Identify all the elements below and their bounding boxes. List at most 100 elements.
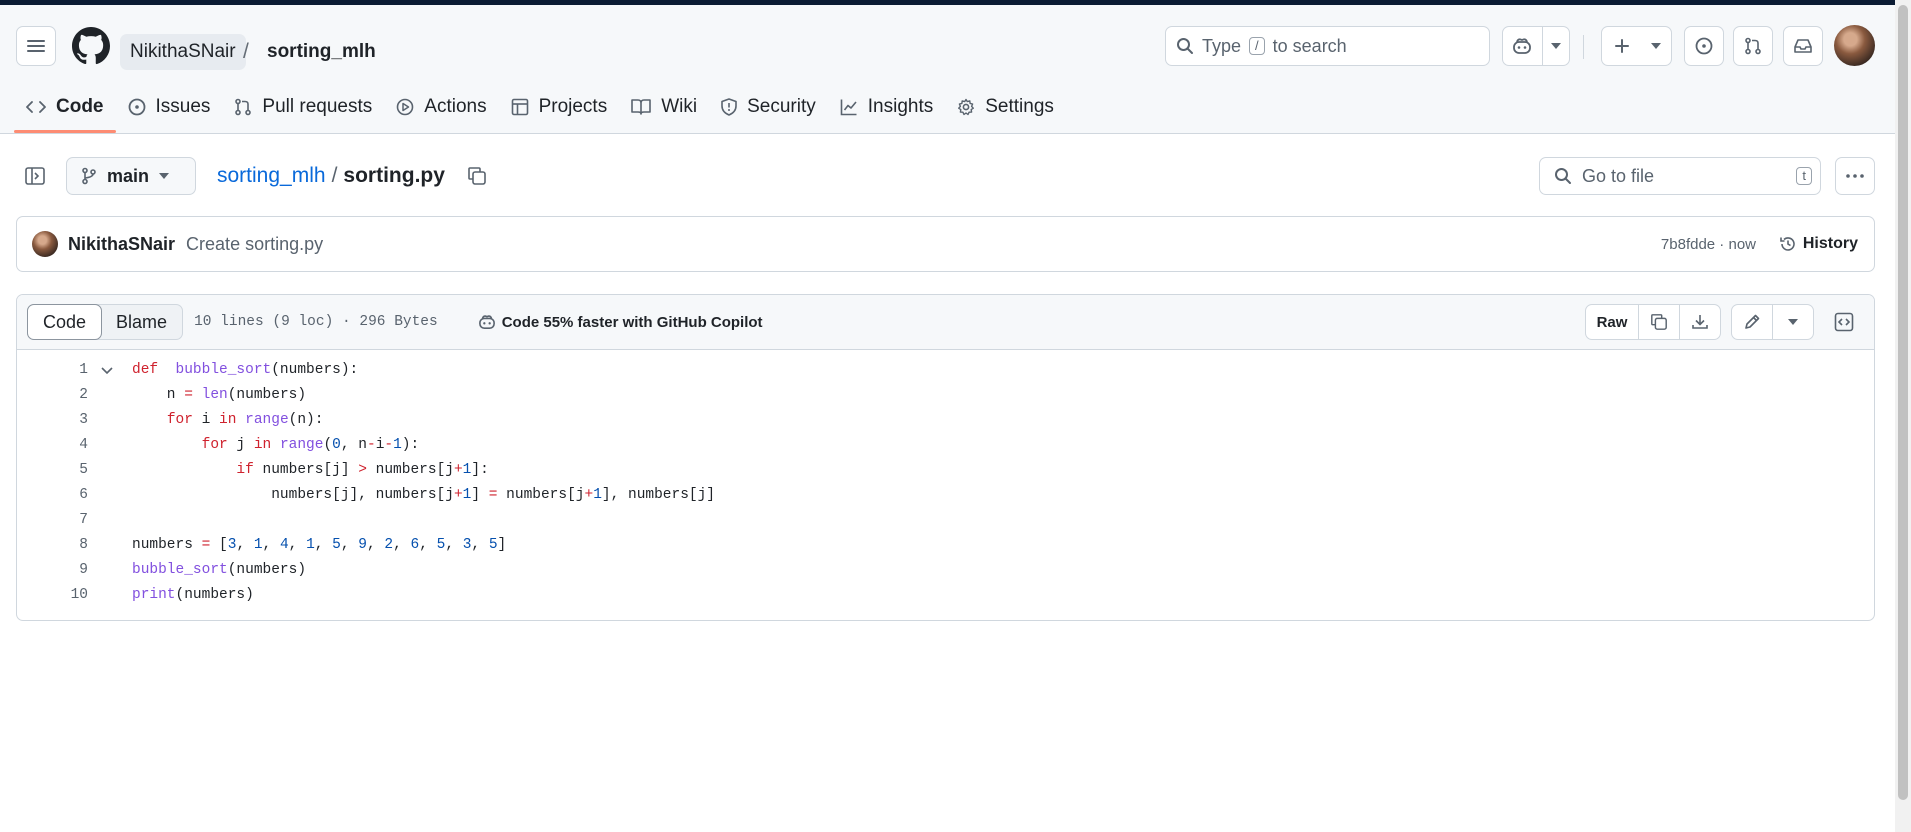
code-token: , <box>262 537 280 553</box>
line-number[interactable]: 10 <box>17 583 88 608</box>
copilot-dropdown[interactable] <box>1543 27 1569 65</box>
line-number[interactable]: 6 <box>17 483 88 508</box>
inbox-button[interactable] <box>1783 26 1823 66</box>
search-icon <box>1176 37 1194 55</box>
line-number[interactable]: 3 <box>17 408 88 433</box>
book-icon <box>631 98 652 116</box>
line-number[interactable]: 1 <box>17 358 88 383</box>
code-line: 2 n = len(numbers) <box>17 383 1874 408</box>
line-content: for j in range(0, n-i-1): <box>132 433 420 458</box>
copilot-button[interactable] <box>1503 27 1542 65</box>
tab-settings[interactable]: Settings <box>945 83 1066 131</box>
copy-raw-button[interactable] <box>1638 305 1679 339</box>
copilot-icon <box>478 314 496 330</box>
line-content: print(numbers) <box>132 583 254 608</box>
menu-button[interactable] <box>16 26 56 66</box>
code-token: i <box>192 412 220 428</box>
tab-actions[interactable]: Actions <box>384 83 498 131</box>
line-number[interactable]: 9 <box>17 558 88 583</box>
code-token: 5 <box>436 537 446 553</box>
code-token: (numbers) <box>227 562 307 578</box>
code-token: = <box>184 387 193 403</box>
copilot-menu-button[interactable] <box>1502 26 1570 66</box>
toggle-file-tree-button[interactable] <box>16 157 54 195</box>
pull-requests-button[interactable] <box>1733 26 1773 66</box>
code-token: 5 <box>332 537 341 553</box>
tab-wiki[interactable]: Wiki <box>619 83 709 131</box>
code-token: , <box>419 537 437 553</box>
raw-button[interactable]: Raw <box>1586 305 1638 339</box>
file-viewer: Code Blame 10 lines (9 loc) · 296 Bytes … <box>16 294 1875 621</box>
search-icon <box>1554 167 1572 185</box>
history-button[interactable]: History <box>1779 235 1858 253</box>
copy-path-icon[interactable] <box>467 166 487 186</box>
code-token: ( <box>323 437 333 453</box>
code-token: 5 <box>488 537 498 553</box>
code-view-button[interactable]: Code <box>27 304 103 340</box>
repo-link[interactable]: sorting_mlh <box>217 164 326 188</box>
line-content: for i in range(n): <box>132 408 324 433</box>
line-number[interactable]: 7 <box>17 508 88 533</box>
line-number[interactable]: 2 <box>17 383 88 408</box>
commit-author-avatar[interactable] <box>32 231 58 257</box>
code-line: 9 bubble_sort(numbers) <box>17 558 1874 583</box>
file-name: sorting.py <box>343 164 445 187</box>
repo-breadcrumb[interactable]: sorting_mlh <box>267 34 376 70</box>
caret-down-icon <box>159 173 170 179</box>
code-token: for <box>166 412 193 428</box>
code-line: 8 numbers = [3, 1, 4, 1, 5, 9, 2, 6, 5, 3… <box>17 533 1874 558</box>
tab-issues[interactable]: Issues <box>116 83 223 131</box>
code-token: in <box>219 412 237 428</box>
line-number[interactable]: 8 <box>17 533 88 558</box>
shield-icon <box>721 98 737 116</box>
code-token: , <box>393 537 411 553</box>
edit-button[interactable] <box>1732 305 1772 339</box>
commit-meta[interactable]: 7b8fdde · now <box>1661 236 1756 253</box>
copilot-promo-text: Code 55% faster with GitHub Copilot <box>501 313 763 331</box>
gear-icon <box>957 98 975 116</box>
blame-view-button[interactable]: Blame <box>101 305 182 339</box>
code-token: bubble_sort <box>175 362 272 378</box>
search-shortcut-key: / <box>1249 37 1265 55</box>
fold-chevron-icon[interactable] <box>101 358 113 383</box>
inbox-icon <box>1794 38 1812 54</box>
user-avatar[interactable] <box>1834 25 1875 66</box>
code-token: 4 <box>279 537 289 553</box>
line-number[interactable]: 4 <box>17 433 88 458</box>
code-token: ): <box>401 437 420 453</box>
search-input[interactable]: Type / to search <box>1165 26 1490 66</box>
code-token: (numbers): <box>271 362 359 378</box>
create-new-button[interactable] <box>1601 26 1672 66</box>
code-token: range <box>236 412 289 428</box>
line-number[interactable]: 5 <box>17 458 88 483</box>
caret-down-icon <box>1788 319 1798 325</box>
tab-security[interactable]: Security <box>709 83 828 131</box>
edit-dropdown[interactable] <box>1772 305 1813 339</box>
plus-button[interactable] <box>1602 27 1641 65</box>
tab-pull-requests[interactable]: Pull requests <box>222 83 384 131</box>
scrollbar-thumb[interactable] <box>1898 5 1908 800</box>
download-button[interactable] <box>1679 305 1720 339</box>
file-toolbar: Raw <box>1585 304 1864 340</box>
copy-icon <box>1650 313 1668 331</box>
symbols-panel-button[interactable] <box>1824 304 1864 340</box>
owner-breadcrumb[interactable]: NikithaSNair <box>120 34 246 70</box>
create-dropdown[interactable] <box>1641 27 1671 65</box>
code-token: print <box>132 587 176 603</box>
commit-author[interactable]: NikithaSNair <box>68 234 175 255</box>
go-to-file-input[interactable]: Go to file t <box>1539 157 1821 195</box>
search-suffix-text: to search <box>1272 35 1347 56</box>
issues-button[interactable] <box>1684 26 1724 66</box>
copilot-promo-link[interactable]: Code 55% faster with GitHub Copilot <box>478 314 763 331</box>
more-options-button[interactable] <box>1835 157 1875 195</box>
edit-actions-group <box>1731 304 1814 340</box>
code-token: 1 <box>593 487 602 503</box>
tab-projects[interactable]: Projects <box>499 83 620 131</box>
code-token: numbers[j <box>497 487 585 503</box>
tab-code[interactable]: Code <box>14 83 116 133</box>
tab-insights[interactable]: Insights <box>828 83 945 131</box>
commit-message[interactable]: Create sorting.py <box>186 234 323 255</box>
github-logo-icon[interactable] <box>72 27 110 65</box>
page-scrollbar[interactable] <box>1895 0 1911 832</box>
branch-select-button[interactable]: main <box>66 157 196 195</box>
